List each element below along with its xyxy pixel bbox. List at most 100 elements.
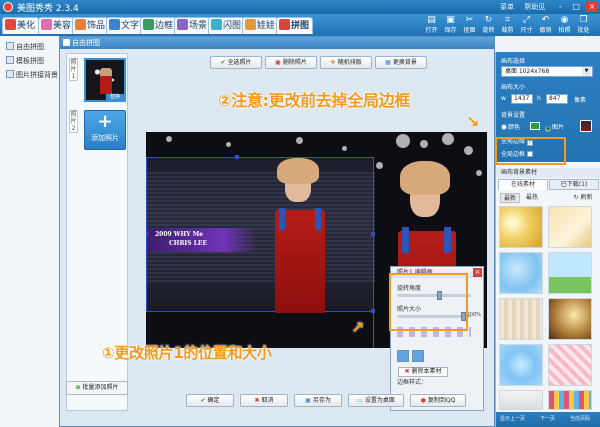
shuffle-icon: ❖ [330,59,336,66]
undo-button[interactable]: ↶ 撤销 [537,15,554,35]
tab-collage[interactable]: 拼图 [276,17,314,34]
prev-page-link[interactable]: 显示上一页 [500,415,525,422]
bokeh-light [396,134,410,148]
height-label: h [537,95,541,102]
material-tile[interactable] [548,298,592,340]
current-page-label: 当前页码 [570,416,591,422]
save-as-button[interactable]: ▣ 另存为 [294,394,342,407]
crop-button[interactable]: ⌗ 裁剪 [499,15,516,35]
batch-add-photos-button[interactable]: ⊕ 批量添加照片 [66,381,128,395]
material-tile[interactable] [499,298,543,340]
photo-1-thumbnail[interactable]: 替换 [84,58,126,102]
cutout-button[interactable]: ✂ 抠图 [461,15,478,35]
material-tile[interactable] [499,206,543,248]
makeup-icon [41,19,52,30]
background-settings-label: 背景设置 [501,112,526,119]
photo-2-number: 照片2 [69,110,78,133]
doll-icon [245,19,256,30]
border-style-swatch-2[interactable] [412,350,424,362]
canvas-preset-select[interactable]: 桌面 1024x768 ▼ [501,66,593,77]
material-tile[interactable] [499,390,543,410]
bokeh-light [296,137,303,144]
menu-link[interactable]: 菜单 [500,3,514,11]
batch-button[interactable]: ❐ 批处理 [575,15,592,44]
tab-accessories[interactable]: 饰品 [72,17,110,34]
add-photo-button[interactable]: + 添加照片 [84,110,126,150]
undo-icon: ↶ [541,15,550,25]
menu-free-collage[interactable]: 自由拼图 [6,42,44,52]
random-layout-button[interactable]: ❖ 随机排版 [320,56,372,69]
minimize-button[interactable]: - [554,1,566,12]
title-links: 菜单 帮助见 [500,2,553,12]
change-background-button[interactable]: ▦ 更换背景 [375,56,427,69]
replace-badge[interactable]: 替换 [106,94,124,101]
material-tabs: 在线素材 已下载(1) [496,178,600,190]
save-button[interactable]: ▣ 保存 [442,15,459,35]
dialog-title-bar: 自由拼图 [60,37,494,49]
delete-photo-button[interactable]: ▣ 删除照片 [265,56,317,69]
radio-icon [501,124,507,130]
sort-newest[interactable]: 最新 [500,193,520,203]
bokeh-light [342,146,347,151]
border-style-swatch-1[interactable] [397,350,409,362]
photo-button[interactable]: ◉ 拍照 [556,15,573,35]
copy-to-qq-button[interactable]: ● 复制到QQ [410,394,466,407]
bg-color-swatch[interactable] [530,122,540,130]
tab-online-materials[interactable]: 在线素材 [498,179,548,190]
flash-icon [211,19,222,30]
select-all-photos-button[interactable]: ✔ 全选照片 [210,56,262,69]
open-button[interactable]: ▤ 打开 [423,15,440,35]
maximize-button[interactable]: □ [570,1,582,12]
sort-hottest[interactable]: 最热 [522,193,542,203]
tab-text[interactable]: 文字 [106,17,144,34]
close-button[interactable]: × [586,1,598,12]
tab-frame[interactable]: 边框 [140,17,178,34]
menu-stitch-collage[interactable]: 图片拼接背景 [6,70,58,80]
confirm-button[interactable]: ✔ 确定 [186,394,234,407]
resize-handle[interactable] [146,232,148,236]
canvas-width-input[interactable]: 1437 [511,94,533,104]
material-tile[interactable] [548,344,592,386]
delete-material-button[interactable]: ✖ 删除本素材 [398,367,448,377]
bg-image-option[interactable]: ● 图片 [545,122,564,132]
material-tile[interactable] [499,252,543,294]
rotate-icon: ↻ [484,15,493,25]
photo-1-on-canvas[interactable]: 2009 WHY Me CHRIS LEE [146,155,375,313]
tab-beautify[interactable]: 美化 [2,17,40,34]
rotate-button[interactable]: ↻ 旋转 [480,15,497,35]
set-wallpaper-button[interactable]: ▭ 设置为桌面 [348,394,404,407]
resize-button[interactable]: ⤢ 尺寸 [518,15,535,35]
arrow-icon: ↗ [351,318,365,337]
cancel-button[interactable]: ✖ 取消 [240,394,288,407]
canvas-height-input[interactable]: 847 [546,94,568,104]
tab-makeup[interactable]: 美容 [38,17,76,34]
chevron-down-icon: ▼ [582,67,591,76]
canvas-size-label: 画布大小 [501,84,526,91]
bg-color-option[interactable]: 颜色 [501,122,520,131]
qq-icon: ● [420,397,426,404]
edit-panel-close-button[interactable]: × [473,268,482,277]
menu-template-collage[interactable]: 模板拼图 [6,56,44,66]
tab-scene[interactable]: 场景 [174,17,212,34]
plus-icon: + [97,111,113,132]
main-toolbar: 美化 美容 饰品 文字 边框 场景 闪图 娃娃 拼图 ▤ 打开 ▣ 保存 ✂ 抠图 ↻… [0,14,600,43]
resize-handle[interactable] [235,155,239,159]
refresh-button[interactable]: ↻ 刷新 [568,193,598,203]
resize-icon: ⤢ [522,15,531,25]
thumbnail-figure [100,68,112,94]
material-tile[interactable] [548,390,592,410]
next-page-link[interactable]: 下一页 [540,415,555,422]
help-link[interactable]: 帮助见 [524,3,545,11]
material-tile[interactable] [548,206,592,248]
collage-icon [279,19,290,30]
tab-flash[interactable]: 闪图 [208,17,246,34]
tab-downloaded-materials[interactable]: 已下载(1) [549,179,599,190]
bg-image-thumbnail[interactable] [580,120,592,132]
refresh-icon: ↻ [573,194,579,201]
singer-figure [257,158,347,313]
frame-icon [143,19,154,30]
tab-doll[interactable]: 娃娃 [242,17,280,34]
material-tile[interactable] [499,344,543,386]
material-tile[interactable] [548,252,592,294]
size-unit-label: 像素 [574,97,587,104]
